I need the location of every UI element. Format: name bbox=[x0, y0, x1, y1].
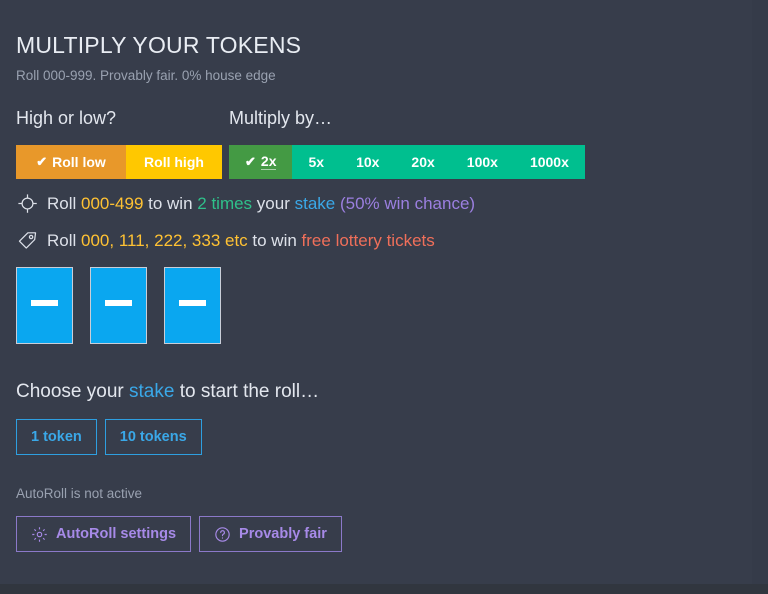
direction-label: High or low? bbox=[16, 107, 117, 128]
lottery-mid: to win bbox=[247, 231, 302, 250]
multiplier-option-label: 20x bbox=[411, 153, 435, 170]
stake-button-label: 10 tokens bbox=[119, 428, 187, 445]
question-circle-icon bbox=[214, 526, 231, 543]
multiplier-toggle-group: ✔ 2x 5x 10x 20x 100x 1000x bbox=[229, 144, 585, 179]
autoroll-settings-button[interactable]: AutoRoll settings bbox=[16, 516, 192, 552]
roll-low-button[interactable]: ✔ Roll low bbox=[16, 144, 126, 179]
multiplier-option-10x[interactable]: 10x bbox=[340, 144, 396, 179]
win-range: 000-499 bbox=[81, 194, 144, 213]
stake-1-token-button[interactable]: 1 token bbox=[16, 418, 97, 455]
die-2[interactable]: — bbox=[90, 266, 147, 344]
stake-heading-suffix: to start the roll… bbox=[174, 380, 320, 402]
stake-heading-link[interactable]: stake bbox=[129, 381, 174, 402]
roll-high-button[interactable]: Roll high bbox=[126, 144, 222, 179]
panel-right-edge bbox=[752, 0, 768, 584]
lottery-condition-line: Roll 000, 111, 222, 333 etc to win free … bbox=[16, 230, 736, 252]
die-3[interactable]: — bbox=[164, 266, 221, 344]
stake-link[interactable]: stake bbox=[295, 195, 336, 212]
direction-block: High or low? ✔ Roll low Roll high bbox=[16, 109, 222, 179]
multiplier-option-label: 2x bbox=[260, 153, 277, 170]
direction-toggle-group: ✔ Roll low Roll high bbox=[16, 144, 222, 179]
win-condition-prefix: Roll bbox=[47, 194, 82, 213]
roll-low-label: Roll low bbox=[52, 153, 106, 170]
multiply-tokens-panel: MULTIPLY YOUR TOKENS Roll 000-999. Prova… bbox=[0, 0, 752, 584]
tag-icon bbox=[16, 230, 38, 252]
win-multiplier-text: 2 times bbox=[197, 194, 253, 213]
stake-heading-prefix: Choose your bbox=[16, 380, 130, 402]
stake-buttons: 1 token 10 tokens bbox=[16, 418, 736, 455]
crosshair-icon bbox=[16, 193, 38, 215]
stake-heading: Choose your stake to start the roll… bbox=[16, 382, 736, 401]
multiplier-option-label: 1000x bbox=[529, 153, 569, 170]
roll-high-label: Roll high bbox=[144, 153, 204, 170]
win-condition-mid: to win bbox=[143, 194, 198, 213]
page-subtitle: Roll 000-999. Provably fair. 0% house ed… bbox=[16, 68, 276, 83]
check-icon: ✔ bbox=[245, 154, 256, 169]
footer-button-label: AutoRoll settings bbox=[56, 526, 177, 542]
multiplier-option-100x[interactable]: 100x bbox=[450, 144, 514, 179]
multiplier-block: Multiply by… ✔ 2x 5x 10x 20x 100x 1000x bbox=[229, 109, 585, 179]
multiplier-option-5x[interactable]: 5x bbox=[292, 144, 341, 179]
die-value: — bbox=[179, 300, 206, 306]
multiplier-option-2x[interactable]: ✔ 2x bbox=[229, 144, 293, 179]
choice-area: High or low? ✔ Roll low Roll high Multip… bbox=[16, 109, 736, 181]
autoroll-status: AutoRoll is not active bbox=[16, 485, 143, 501]
gear-icon bbox=[31, 526, 48, 543]
multiplier-label: Multiply by… bbox=[229, 107, 333, 128]
dice-row: — — — bbox=[16, 266, 736, 344]
win-condition-your: your bbox=[252, 194, 295, 213]
multiplier-option-label: 100x bbox=[466, 153, 498, 170]
check-icon: ✔ bbox=[36, 154, 48, 169]
multiplier-option-label: 5x bbox=[308, 153, 325, 170]
win-condition-line: Roll 000-499 to win 2 times your stake (… bbox=[16, 193, 736, 215]
die-value: — bbox=[105, 300, 132, 306]
lottery-prize: free lottery tickets bbox=[301, 231, 435, 250]
multiplier-option-label: 10x bbox=[356, 153, 380, 170]
stake-10-tokens-button[interactable]: 10 tokens bbox=[104, 418, 202, 455]
provably-fair-button[interactable]: Provably fair bbox=[199, 516, 342, 552]
footer-button-label: Provably fair bbox=[239, 526, 327, 542]
stake-button-label: 1 token bbox=[31, 428, 82, 445]
lottery-prefix: Roll bbox=[47, 231, 82, 250]
page-title: MULTIPLY YOUR TOKENS bbox=[16, 32, 302, 58]
lottery-numbers: 000, 111, 222, 333 etc bbox=[81, 231, 248, 250]
panel-bottom-edge bbox=[0, 584, 768, 594]
die-1[interactable]: — bbox=[16, 266, 73, 344]
multiplier-option-20x[interactable]: 20x bbox=[395, 144, 451, 179]
footer-buttons: AutoRoll settings Provably fair bbox=[16, 516, 736, 552]
die-value: — bbox=[31, 300, 58, 306]
info-lines: Roll 000-499 to win 2 times your stake (… bbox=[16, 193, 736, 252]
win-chance-text: (50% win chance) bbox=[335, 194, 476, 213]
multiplier-option-1000x[interactable]: 1000x bbox=[513, 144, 585, 179]
